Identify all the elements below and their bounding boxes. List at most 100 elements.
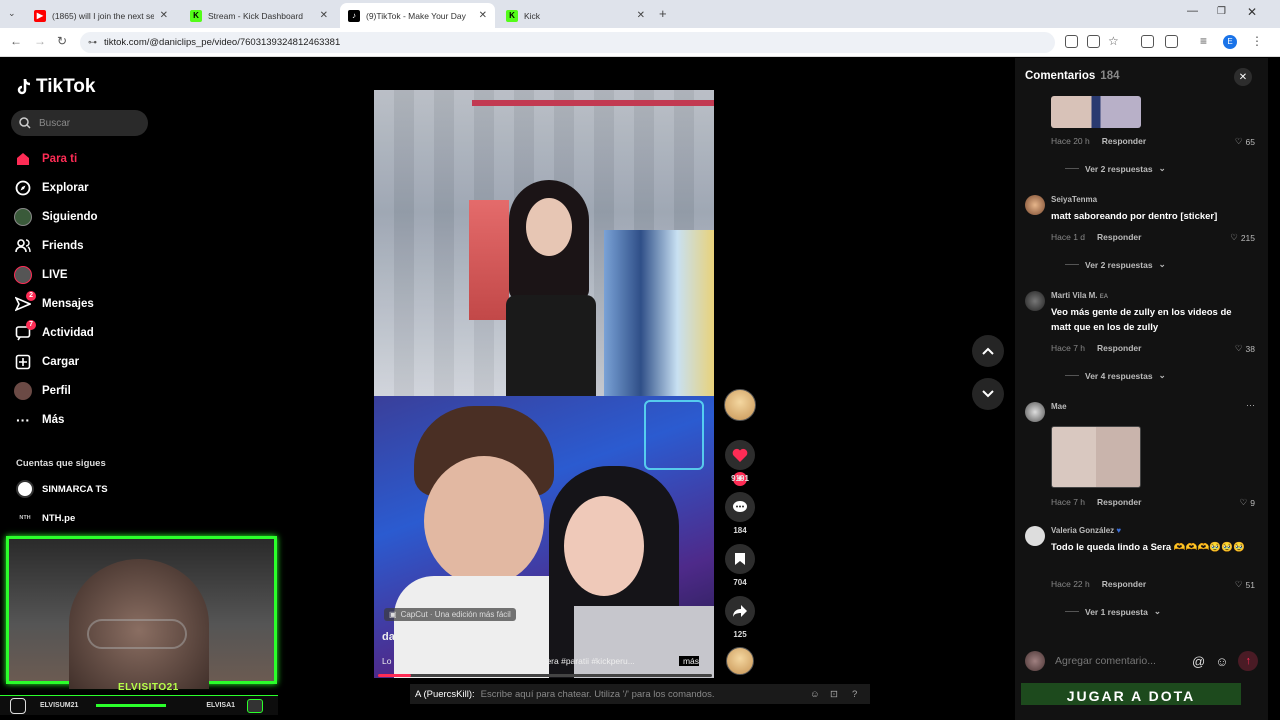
menu-dots-icon[interactable]: ⋮ xyxy=(1251,34,1263,48)
search-input[interactable]: Buscar xyxy=(11,110,148,136)
chevron-down-icon: ⌄ xyxy=(1158,370,1166,380)
nav-perfil[interactable]: Perfil xyxy=(14,382,71,400)
mention-icon[interactable]: @ xyxy=(1192,654,1205,669)
close-icon[interactable]: ✕ xyxy=(479,10,487,21)
nav-actividad[interactable]: 7 Actividad xyxy=(14,320,94,342)
comment-like[interactable]: ♡ 38 xyxy=(1235,343,1255,354)
avatar[interactable] xyxy=(1025,195,1045,215)
nav-mas[interactable]: ··· Más xyxy=(14,411,64,429)
youtube-icon: ▶ xyxy=(34,9,46,22)
comment-button[interactable]: 184 xyxy=(724,492,756,535)
comment-item: Hace 20 h Responder ♡ 65 Ver 2 respuestas ⌄ xyxy=(1025,96,1255,176)
following-account-sinmarca[interactable]: SINMARCA TS xyxy=(16,480,108,498)
new-tab-icon[interactable]: + xyxy=(659,6,667,21)
close-comments-button[interactable]: ✕ xyxy=(1234,68,1252,86)
emoji-icon[interactable]: ☺ xyxy=(1215,654,1228,669)
commands-icon[interactable]: ⊡ xyxy=(830,689,838,700)
share-button[interactable]: 125 xyxy=(724,596,756,639)
media-icon[interactable]: ≡ xyxy=(1200,34,1207,48)
webcam-glasses xyxy=(87,619,187,649)
site-info-icon[interactable]: ⊶ xyxy=(88,37,97,48)
tab-kick[interactable]: K Kick ✕ xyxy=(498,3,653,28)
chevron-up-icon xyxy=(982,347,994,355)
reply-button[interactable]: Responder xyxy=(1102,136,1146,146)
comment-like[interactable]: ♡ 9 xyxy=(1240,497,1255,508)
music-disc-icon xyxy=(726,647,754,675)
account-name: SINMARCA TS xyxy=(42,483,108,495)
translate-icon[interactable] xyxy=(1065,35,1078,48)
comment-image-thumbnail[interactable] xyxy=(1051,96,1141,128)
heart-outline-icon: ♡ xyxy=(1234,579,1243,589)
maximize-icon[interactable]: ❐ xyxy=(1217,6,1226,17)
puzzle-icon[interactable] xyxy=(1165,35,1178,48)
nav-cargar[interactable]: Cargar xyxy=(14,353,79,371)
comment-image-thumbnail[interactable] xyxy=(1051,426,1141,488)
previous-video-button[interactable] xyxy=(972,335,1004,367)
stream-chat-input[interactable]: A (PuercsKill): Escribe aquí para chatea… xyxy=(410,684,870,704)
nav-live[interactable]: LIVE xyxy=(14,266,68,284)
video-player[interactable]: ▣ CapCut · Una edición más fácil danicli… xyxy=(374,90,714,678)
comment-username[interactable]: SeiyaTenma xyxy=(1051,195,1097,204)
comment-like[interactable]: ♡ 51 xyxy=(1235,579,1255,590)
nav-explorar[interactable]: Explorar xyxy=(14,179,89,197)
tab-youtube[interactable]: ▶ (1865) will I join the next seaso ✕ xyxy=(26,3,176,28)
url-field[interactable]: ⊶ tiktok.com/@daniclips_pe/video/7603139… xyxy=(80,32,1055,53)
like-button[interactable]: 9101 xyxy=(724,440,756,483)
view-replies-button[interactable]: Ver 2 respuestas ⌄ xyxy=(1065,259,1166,270)
music-disc[interactable] xyxy=(724,647,756,675)
comment-like[interactable]: ♡ 215 xyxy=(1230,232,1255,243)
view-replies-button[interactable]: Ver 1 respuesta ⌄ xyxy=(1065,606,1161,617)
help-icon[interactable]: ? xyxy=(852,689,857,700)
view-replies-button[interactable]: Ver 2 respuestas ⌄ xyxy=(1065,163,1166,174)
comment-input[interactable]: Agregar comentario... xyxy=(1055,655,1182,667)
emote-icon[interactable]: ☺ xyxy=(810,689,820,700)
minimize-icon[interactable]: — xyxy=(1187,5,1198,17)
avatar[interactable] xyxy=(1025,291,1045,311)
more-link[interactable]: más xyxy=(678,656,699,666)
profile-avatar[interactable]: E xyxy=(1223,35,1237,49)
send-button[interactable]: ↑ xyxy=(1238,651,1258,671)
reply-button[interactable]: Responder xyxy=(1097,343,1141,353)
extension-icon[interactable] xyxy=(1141,35,1154,48)
close-window-icon[interactable]: ✕ xyxy=(1247,5,1257,19)
avatar[interactable] xyxy=(1025,402,1045,422)
tab-kick-dashboard[interactable]: K Stream - Kick Dashboard ✕ xyxy=(182,3,336,28)
reply-button[interactable]: Responder xyxy=(1097,232,1141,242)
tab-search-icon[interactable]: ⌄ xyxy=(8,8,16,19)
close-icon[interactable]: ✕ xyxy=(320,10,328,21)
forward-icon[interactable]: → xyxy=(34,34,46,48)
comment-menu-button[interactable]: ··· xyxy=(1246,400,1255,410)
nav-mensajes[interactable]: 2 Mensajes xyxy=(14,291,94,313)
reply-button[interactable]: Responder xyxy=(1102,579,1146,589)
nav-siguiendo[interactable]: Siguiendo xyxy=(14,208,98,226)
tab-tiktok[interactable]: ♪ (9)TikTok - Make Your Day ✕ xyxy=(340,3,495,28)
share-icon xyxy=(725,596,755,626)
tiktok-logo[interactable]: TikTok xyxy=(16,76,95,98)
close-icon[interactable]: ✕ xyxy=(637,10,645,21)
bookmark-star-icon[interactable]: ☆ xyxy=(1108,34,1119,48)
nav-para-ti[interactable]: Para ti xyxy=(14,150,77,168)
install-icon[interactable] xyxy=(1087,35,1100,48)
comment-like[interactable]: ♡ 65 xyxy=(1235,136,1255,147)
reply-button[interactable]: Responder xyxy=(1097,497,1141,507)
next-video-button[interactable] xyxy=(972,378,1004,410)
view-replies-button[interactable]: Ver 4 respuestas ⌄ xyxy=(1065,370,1166,381)
search-icon xyxy=(19,117,31,129)
avatar[interactable] xyxy=(1025,526,1045,546)
back-icon[interactable]: ← xyxy=(10,34,22,48)
video-author[interactable]: daniclips_pe xyxy=(382,631,449,643)
video-progress-bar[interactable] xyxy=(378,674,712,677)
save-button[interactable]: 704 xyxy=(724,544,756,587)
comment-username[interactable]: Mae xyxy=(1051,402,1067,411)
user-avatar xyxy=(1025,651,1045,671)
reload-icon[interactable]: ↻ xyxy=(57,34,67,48)
compass-icon xyxy=(14,179,32,197)
following-account-nth[interactable]: NTH NTH.pe xyxy=(16,509,75,527)
comment-username[interactable]: Marti Vila M. EA xyxy=(1051,291,1108,300)
nav-friends[interactable]: Friends xyxy=(14,237,84,255)
capcut-label[interactable]: ▣ CapCut · Una edición más fácil xyxy=(384,608,516,621)
creator-avatar[interactable] xyxy=(724,389,756,421)
close-icon[interactable]: ✕ xyxy=(160,10,168,21)
comment-username[interactable]: Valeria González ♥ xyxy=(1051,526,1121,535)
tab-title: (1865) will I join the next seaso xyxy=(52,10,154,21)
